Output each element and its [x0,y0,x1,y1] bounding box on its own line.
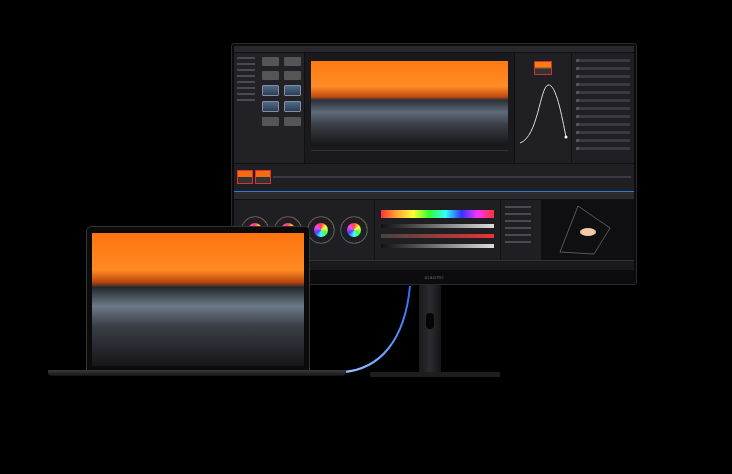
settings-row[interactable] [576,83,630,86]
tree-line [237,99,255,101]
info-line [505,234,531,236]
app-top-bar [234,46,634,53]
settings-row[interactable] [576,131,630,134]
media-pool [234,53,304,163]
media-thumbnail[interactable] [262,85,279,96]
curve-panel [515,53,571,163]
hue-bar[interactable] [381,210,494,218]
media-thumbnail[interactable] [262,101,279,112]
tree-line [237,81,255,83]
settings-row[interactable] [576,107,630,110]
monitor-stand [419,285,441,373]
info-line [505,241,531,243]
info-line [505,206,531,208]
info-line [505,213,531,215]
range-bar[interactable] [381,244,494,248]
node-thumbnail [534,61,552,75]
clip-strip [234,163,634,190]
info-line [505,227,531,229]
media-thumbnail[interactable] [284,71,301,80]
tree-line [237,63,255,65]
color-toolbar [234,191,634,200]
settings-row[interactable] [576,115,630,118]
info-line [505,220,531,222]
tree-line [237,69,255,71]
laptop-screen [92,233,304,366]
sat-bar[interactable] [381,234,494,238]
transport-bar [311,150,508,163]
settings-list [572,53,634,163]
settings-row[interactable] [576,147,630,150]
settings-row[interactable] [576,99,630,102]
brand-logo: xiaomi [424,275,444,280]
settings-row[interactable] [576,67,630,70]
clip-track [273,176,631,178]
media-thumbnail[interactable] [284,101,301,112]
info-panel [501,200,541,260]
tree-line [237,75,255,77]
tree-line [237,93,255,95]
sunset-photo [92,233,304,366]
media-thumbnail[interactable] [262,117,279,126]
laptop-base [48,370,346,376]
monitor-base [370,372,500,377]
media-tree [237,57,259,159]
media-thumbnail[interactable] [262,57,279,66]
media-thumbnail[interactable] [284,57,301,66]
product-scene: xiaomi [0,0,732,474]
clip-thumbnail[interactable] [255,170,271,184]
sunset-photo [311,61,508,146]
tree-line [237,57,255,59]
settings-row[interactable] [576,59,630,62]
color-wheel[interactable] [340,216,368,244]
settings-row[interactable] [576,75,630,78]
scope-icon [548,200,628,260]
hue-bars [375,200,500,260]
settings-row[interactable] [576,91,630,94]
tree-line [237,87,255,89]
media-thumbnail[interactable] [284,117,301,126]
media-thumbnail[interactable] [284,85,301,96]
vectorscope [542,200,634,260]
clip-thumbnail[interactable] [237,170,253,184]
luma-bar[interactable] [381,224,494,228]
settings-row[interactable] [576,123,630,126]
viewer [305,53,514,163]
cable-hole [426,313,434,329]
curve-icon [518,77,568,147]
media-thumbnail[interactable] [262,71,279,80]
laptop [86,226,310,371]
settings-row[interactable] [576,139,630,142]
color-wheel[interactable] [307,216,335,244]
